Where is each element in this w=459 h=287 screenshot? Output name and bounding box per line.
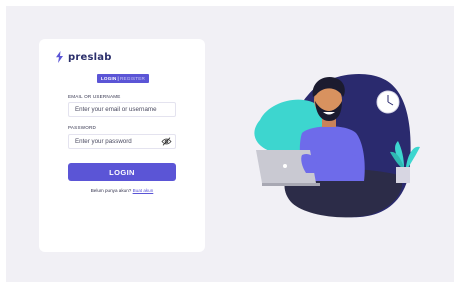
email-label: EMAIL OR USERNAME — [68, 94, 121, 99]
man-with-laptop-illustration — [254, 73, 420, 218]
brand-name: preslab — [68, 51, 112, 63]
signup-link[interactable]: Buat akun — [133, 188, 154, 193]
signup-text: Belum punya akun? — [90, 188, 132, 193]
brand: preslab — [55, 51, 112, 63]
password-field[interactable] — [68, 134, 176, 149]
login-button[interactable]: LOGIN — [68, 163, 176, 181]
login-card: preslab LOGIN | REGISTER EMAIL OR USERNA… — [39, 39, 205, 252]
auth-tabs: LOGIN | REGISTER — [97, 74, 149, 83]
eye-slash-icon[interactable] — [161, 137, 172, 146]
tab-register[interactable]: REGISTER — [120, 76, 145, 81]
signup-prompt: Belum punya akun? Buat akun — [39, 188, 205, 193]
password-label: PASSWORD — [68, 125, 97, 130]
tab-separator: | — [117, 76, 119, 81]
tab-login[interactable]: LOGIN — [101, 76, 117, 81]
email-field[interactable] — [68, 102, 176, 117]
bolt-logo-icon — [56, 51, 63, 63]
